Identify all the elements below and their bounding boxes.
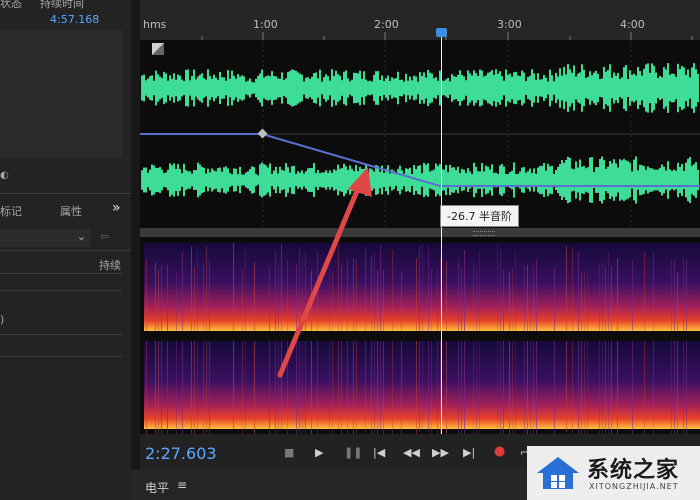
site-watermark: 系统之家 XITONGZHIJIA.NET xyxy=(527,446,700,500)
fast-forward-icon[interactable]: ▶▶ xyxy=(432,446,449,459)
duration-column-header[interactable]: 持续时间 xyxy=(40,0,84,11)
tab-markers[interactable]: 标记 xyxy=(0,203,22,219)
timeline-ruler[interactable]: hms 1:00 2:00 3:00 4:00 xyxy=(140,0,700,40)
watermark-url: XITONGZHIJIA.NET xyxy=(589,482,679,491)
tab-properties[interactable]: 属性 xyxy=(60,203,82,219)
marker-filter-dropdown[interactable]: ⌄ xyxy=(0,229,90,247)
record-icon[interactable]: ● xyxy=(494,444,505,459)
duration-column-label[interactable]: 持续 xyxy=(99,257,121,273)
spectral-frequency-display[interactable] xyxy=(140,237,700,434)
file-list[interactable] xyxy=(0,30,122,158)
chevron-down-icon: ⌄ xyxy=(76,230,86,243)
house-logo-icon xyxy=(537,457,579,489)
level-panel-title[interactable]: 电平 xyxy=(145,479,169,496)
watermark-brand-name: 系统之家 xyxy=(587,458,680,483)
expand-panel-icon[interactable]: » xyxy=(112,200,121,216)
skip-to-end-icon[interactable]: ▶| xyxy=(463,446,475,459)
tool-icon[interactable]: ◐ xyxy=(0,170,9,181)
file-duration-value: 4:57.168 xyxy=(50,13,100,26)
waveform-display[interactable] xyxy=(140,40,700,228)
rewind-icon[interactable]: ◀◀ xyxy=(403,446,420,459)
panel-menu-icon[interactable]: ≡ xyxy=(177,478,187,492)
pitch-value-tooltip: -26.7 半音阶 xyxy=(440,205,519,227)
view-split-handle[interactable] xyxy=(140,228,700,237)
skip-to-start-icon[interactable]: |◀ xyxy=(373,446,385,459)
waveform-channel-left xyxy=(141,63,699,113)
status-column-header[interactable]: 状态 xyxy=(0,0,22,11)
current-time-display[interactable]: 2:27.603 xyxy=(145,444,217,463)
pause-icon[interactable]: ❚❚ xyxy=(344,446,362,459)
stop-icon[interactable]: ■ xyxy=(284,446,294,459)
panel-divider[interactable] xyxy=(131,0,140,500)
arrow-left-icon[interactable]: ⇦ xyxy=(100,230,109,243)
play-icon[interactable]: ▶ xyxy=(315,446,323,459)
playhead-marker[interactable] xyxy=(436,28,447,37)
playhead[interactable] xyxy=(441,30,442,434)
envelope-keyframe-handle xyxy=(257,128,268,139)
files-panel: 状态 持续时间 4:57.168 ◐ 标记 属性 » ⌄ ⇦ 持续 ) xyxy=(0,0,131,500)
row-paren-text: ) xyxy=(0,313,5,326)
annotation-arrow xyxy=(277,167,372,378)
